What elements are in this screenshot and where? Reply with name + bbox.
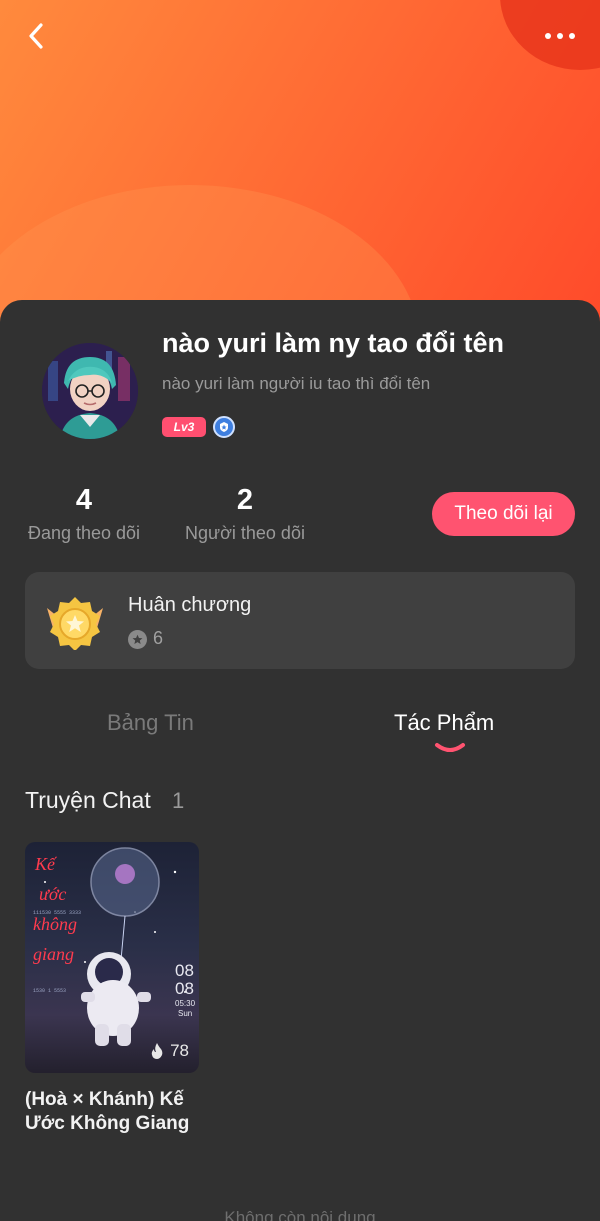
followers-label: Người theo dõi bbox=[185, 523, 305, 543]
story-cover-artwork: 111530 5555 3333 1530 1 5553 Kế ước khôn… bbox=[33, 847, 196, 1046]
more-dots-icon bbox=[545, 33, 551, 39]
shield-badge-icon bbox=[213, 416, 235, 438]
star-circle-icon bbox=[128, 630, 147, 649]
medals-count: 6 bbox=[153, 628, 164, 648]
followers-count: 2 bbox=[236, 484, 254, 516]
svg-text:1530 1 5553: 1530 1 5553 bbox=[33, 988, 66, 994]
cover-title-line: giang bbox=[33, 944, 74, 964]
section-count: 1 bbox=[172, 788, 185, 813]
following-stat[interactable]: 4 Đang theo dõi bbox=[20, 484, 148, 544]
story-views: 78 bbox=[150, 1041, 189, 1061]
chevron-left-icon bbox=[29, 23, 43, 49]
avatar-illustration bbox=[42, 343, 138, 439]
active-tab-indicator bbox=[435, 743, 465, 752]
level-badge: Lv3 bbox=[162, 417, 206, 437]
follow-back-button[interactable]: Theo dõi lại bbox=[432, 492, 575, 536]
story-title[interactable]: (Hoà × Khánh) Kế Ước Không Giang bbox=[25, 1088, 205, 1136]
medal-icon bbox=[47, 597, 103, 650]
medals-title: Huân chương bbox=[128, 594, 252, 616]
followers-stat[interactable]: 2 Người theo dõi bbox=[178, 484, 312, 544]
section-title: Truyện Chat bbox=[25, 787, 151, 813]
cover-title-line: không bbox=[33, 914, 77, 934]
end-of-content-hint: Không còn nội dung bbox=[224, 1208, 376, 1221]
profile-header-background bbox=[0, 0, 600, 340]
tab-works[interactable]: Tác Phẩm bbox=[394, 710, 494, 736]
cover-clock-hour: 08 bbox=[175, 961, 194, 980]
medals-card[interactable]: Huân chương 6 bbox=[25, 572, 575, 669]
profile-name: nào yuri làm ny tao đổi tên bbox=[162, 328, 505, 358]
profile-bio: nào yuri làm người iu tao thì đổi tên bbox=[162, 374, 431, 393]
cover-title-line: ước bbox=[39, 884, 66, 904]
back-button[interactable] bbox=[18, 18, 54, 54]
cover-day: Sun bbox=[178, 1009, 192, 1018]
flame-icon bbox=[151, 1043, 163, 1059]
cover-title-line: Kế bbox=[34, 854, 58, 874]
story-cover[interactable]: 111530 5555 3333 1530 1 5553 Kế ước khôn… bbox=[25, 842, 199, 1073]
following-label: Đang theo dõi bbox=[27, 523, 141, 543]
cover-clock-minute: 08 bbox=[175, 979, 194, 998]
following-count: 4 bbox=[75, 484, 93, 516]
avatar[interactable] bbox=[42, 343, 138, 439]
story-view-count: 78 bbox=[170, 1041, 189, 1060]
tab-feed[interactable]: Bảng Tin bbox=[107, 710, 194, 736]
cover-time: 05:30 bbox=[175, 999, 196, 1008]
more-options-button[interactable] bbox=[540, 24, 580, 48]
